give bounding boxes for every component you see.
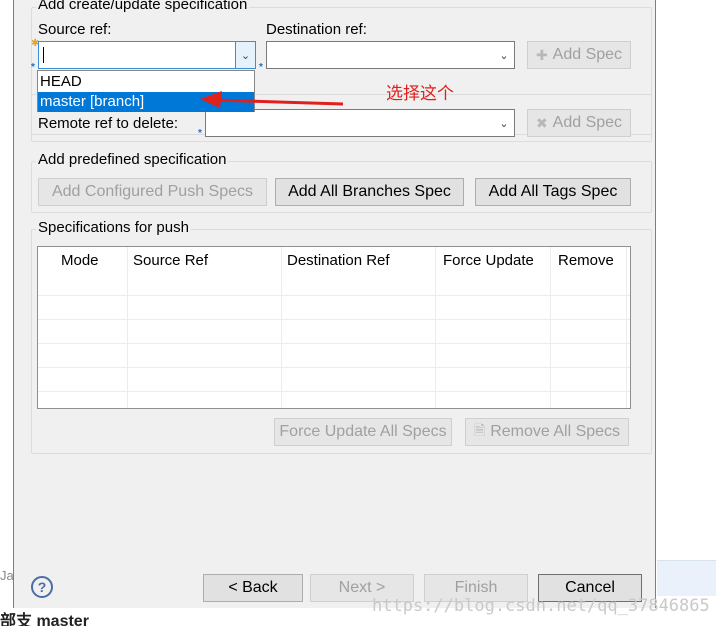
add-configured-push-specs-button[interactable]: Add Configured Push Specs	[38, 178, 267, 206]
text-cursor	[43, 47, 44, 63]
column-header-destination-ref[interactable]: Destination Ref	[287, 247, 390, 274]
cancel-label: Cancel	[565, 579, 615, 596]
push-specs-title: Specifications for push	[36, 219, 191, 236]
back-button[interactable]: < Back	[203, 574, 303, 602]
background-window-text: Jav	[0, 568, 13, 583]
add-all-branches-spec-label: Add All Branches Spec	[288, 183, 451, 200]
add-delete-spec-button[interactable]: ✖ Add Spec	[527, 109, 631, 137]
required-marker-icon: *	[259, 62, 263, 73]
background-bottom-text: 部支 master	[0, 613, 89, 626]
chevron-down-icon[interactable]: ⌄	[235, 42, 255, 68]
force-update-all-specs-button[interactable]: Force Update All Specs	[274, 418, 452, 446]
help-icon[interactable]: ?	[31, 576, 53, 598]
column-divider	[435, 247, 436, 408]
remote-ref-combo[interactable]: ⌄	[205, 109, 515, 137]
required-marker-icon: *	[31, 62, 35, 73]
dropdown-option-master-branch[interactable]: master [branch]	[38, 92, 254, 112]
remove-all-specs-button[interactable]: 🗎 Remove All Specs	[465, 418, 629, 446]
column-divider	[550, 247, 551, 408]
finish-label: Finish	[454, 579, 498, 596]
destination-ref-combo[interactable]: ⌄	[266, 41, 515, 69]
add-spec-label: Add Spec	[552, 46, 623, 63]
column-divider	[626, 247, 627, 408]
document-icon: 🗎	[473, 422, 486, 438]
predefined-title: Add predefined specification	[36, 151, 229, 168]
column-header-remove[interactable]: Remove	[558, 247, 614, 274]
row-divider	[38, 319, 630, 320]
background-window-strip	[657, 560, 716, 596]
watermark-text: https://blog.csdn.net/qq_37846865	[372, 596, 710, 616]
force-update-all-specs-label: Force Update All Specs	[279, 423, 447, 440]
add-all-tags-spec-label: Add All Tags Spec	[488, 183, 618, 200]
annotation-text: 选择这个	[386, 84, 454, 104]
chevron-down-icon[interactable]: ⌄	[494, 42, 514, 68]
create-update-title: Add create/update specification	[36, 0, 250, 13]
add-all-tags-spec-button[interactable]: Add All Tags Spec	[475, 178, 631, 206]
row-divider	[38, 367, 630, 368]
row-divider	[38, 391, 630, 392]
chevron-down-icon[interactable]: ⌄	[494, 110, 514, 136]
destination-ref-label: Destination ref:	[266, 21, 367, 38]
column-divider	[281, 247, 282, 408]
add-configured-push-specs-label: Add Configured Push Specs	[51, 183, 253, 200]
add-spec-button[interactable]: ✚ Add Spec	[527, 41, 631, 69]
row-divider	[38, 343, 630, 344]
back-label: < Back	[228, 579, 278, 596]
plus-icon: ✚	[535, 46, 548, 63]
column-header-force-update[interactable]: Force Update	[443, 247, 534, 274]
row-divider	[38, 295, 630, 296]
push-specs-table[interactable]: Mode Source Ref Destination Ref Force Up…	[37, 246, 631, 409]
column-header-mode[interactable]: Mode	[61, 247, 99, 274]
add-delete-spec-label: Add Spec	[552, 114, 623, 131]
source-ref-label: Source ref:	[38, 21, 112, 38]
column-header-source-ref[interactable]: Source Ref	[133, 247, 208, 274]
column-divider	[127, 247, 128, 408]
delete-x-icon: ✖	[535, 114, 548, 131]
dropdown-option-head[interactable]: HEAD	[38, 72, 254, 92]
required-marker-icon: *	[198, 128, 202, 139]
remove-all-specs-label: Remove All Specs	[490, 423, 621, 440]
add-all-branches-spec-button[interactable]: Add All Branches Spec	[275, 178, 464, 206]
next-label: Next >	[338, 579, 386, 596]
source-ref-combo[interactable]: ⌄	[38, 41, 256, 69]
source-ref-dropdown-list: HEAD master [branch]	[37, 70, 255, 112]
remote-ref-label: Remote ref to delete:	[38, 115, 179, 132]
